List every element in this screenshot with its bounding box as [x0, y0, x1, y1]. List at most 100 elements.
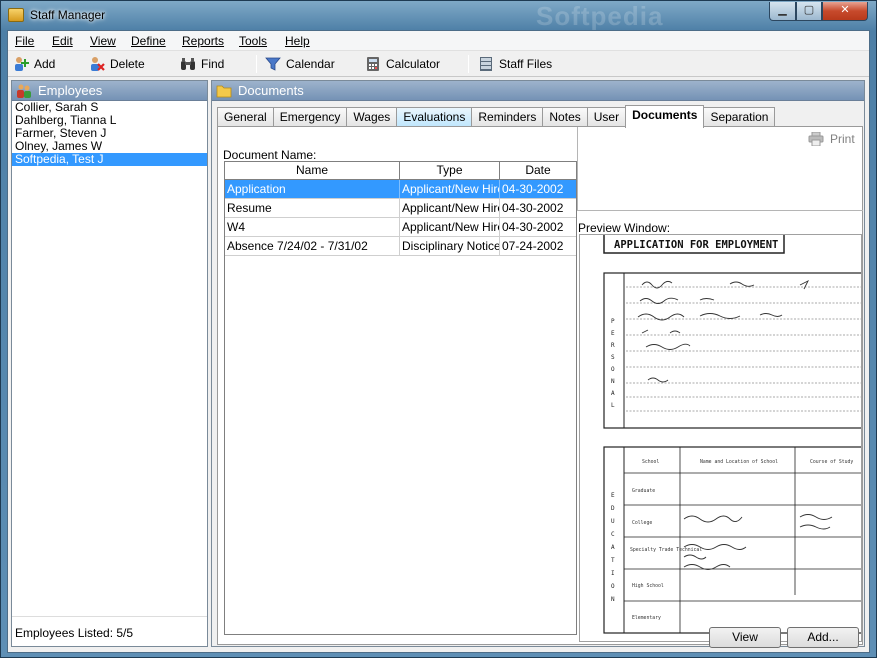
application-form-scan: APPLICATION FOR EMPLOYMENT PERSONAL EDUC… [603, 235, 861, 634]
watermark-logo: Softpedia [536, 1, 664, 31]
menu-define[interactable]: Define [131, 34, 166, 48]
cell-date: 04-30-2002 [502, 182, 564, 196]
employees-header: Employees [12, 81, 207, 101]
svg-text:O: O [611, 366, 615, 373]
svg-text:N: N [611, 378, 615, 385]
menu-edit[interactable]: Edit [52, 34, 73, 48]
menu-tools[interactable]: Tools [239, 34, 267, 48]
document-name-label: Document Name: [223, 148, 317, 162]
tab-notes[interactable]: Notes [542, 107, 588, 127]
column-header-type[interactable]: Type [400, 162, 500, 179]
edu-row-elementary: Elementary [632, 615, 661, 621]
menu-view[interactable]: View [90, 34, 116, 48]
form-title: APPLICATION FOR EMPLOYMENT [614, 239, 778, 251]
staff-files-button[interactable]: Staff Files [478, 55, 552, 73]
svg-text:T: T [611, 557, 615, 564]
tab-wages[interactable]: Wages [346, 107, 398, 127]
delete-user-icon [89, 56, 105, 72]
tab-emergency[interactable]: Emergency [272, 107, 348, 127]
delete-button[interactable]: Delete [89, 55, 145, 73]
print-button[interactable]: Print [808, 131, 855, 147]
add-label: Add [34, 57, 56, 71]
close-button[interactable]: ✕ [822, 2, 868, 21]
tab-reminders[interactable]: Reminders [471, 107, 544, 127]
calendar-button[interactable]: Calendar [265, 55, 335, 73]
edu-row-trade: Specialty Trade Technical [630, 547, 702, 553]
title-bar[interactable]: Staff Manager Softpedia ▁ ▢ ✕ [1, 1, 876, 31]
svg-text:R: R [611, 342, 615, 349]
menu-reports[interactable]: Reports [182, 34, 224, 48]
letter-p: P [611, 318, 615, 325]
menu-help[interactable]: Help [285, 34, 310, 48]
menu-view-label: View [90, 34, 116, 48]
menu-file[interactable]: File [15, 34, 34, 48]
tab-user[interactable]: User [586, 107, 627, 127]
add-document-button[interactable]: Add... [787, 627, 859, 648]
employees-title: Employees [38, 83, 103, 98]
tab-separation[interactable]: Separation [703, 107, 776, 127]
file-cabinet-icon [478, 56, 494, 72]
toolbar-separator [256, 55, 257, 73]
documents-header: Documents [212, 81, 864, 101]
minimize-button[interactable]: ▁ [769, 2, 796, 21]
documents-title: Documents [238, 83, 304, 98]
column-header-date[interactable]: Date [500, 162, 576, 179]
tab-general[interactable]: General [217, 107, 274, 127]
tab-documents[interactable]: Documents [625, 105, 705, 128]
menu-help-label: Help [285, 34, 310, 48]
edu-row-highschool: High School [632, 583, 664, 589]
printer-icon [808, 131, 824, 147]
tab-strip: General Emergency Wages Evaluations Remi… [217, 105, 776, 128]
print-label: Print [830, 132, 855, 146]
column-header-name[interactable]: Name [225, 162, 400, 179]
employee-item-selected[interactable]: Softpedia, Test J [12, 153, 207, 166]
cell-date: 04-30-2002 [502, 201, 564, 215]
add-button[interactable]: Add [13, 55, 55, 73]
svg-text:U: U [611, 518, 615, 525]
view-button[interactable]: View [709, 627, 781, 648]
employee-list: Collier, Sarah S Dahlberg, Tianna L Farm… [12, 101, 207, 166]
education-vertical-letters: EDUCATION [611, 492, 615, 603]
calculator-icon [365, 56, 381, 72]
app-folder-icon [8, 8, 24, 22]
employees-group-icon [16, 83, 32, 99]
svg-text:L: L [611, 402, 615, 409]
delete-label: Delete [110, 57, 145, 71]
toolbar-separator [468, 55, 469, 73]
staff-files-label: Staff Files [499, 57, 553, 71]
tab-evaluations[interactable]: Evaluations [396, 107, 473, 127]
cell-type: Applicant/New Hire [402, 199, 500, 217]
documents-tab-page: Print Document Name: Name Type Date Appl… [217, 126, 863, 645]
cell-name: W4 [225, 218, 400, 236]
svg-text:N: N [611, 596, 615, 603]
edu-row-graduate: Graduate [632, 488, 655, 494]
calculator-button[interactable]: Calculator [365, 55, 440, 73]
preview-window-label: Preview Window: [578, 221, 671, 235]
cell-name: Application [225, 180, 400, 198]
employees-panel: Employees Collier, Sarah S Dahlberg, Tia… [11, 80, 208, 647]
edu-header-name-location: Name and Location of School [700, 459, 778, 465]
svg-text:E: E [611, 330, 615, 337]
table-row[interactable]: Absence 7/24/02 - 7/31/02 Disciplinary N… [225, 237, 576, 256]
document-preview: APPLICATION FOR EMPLOYMENT PERSONAL E D … [579, 234, 862, 642]
documents-table: Name Type Date Application Applicant/New… [224, 161, 577, 635]
table-row[interactable]: W4 Applicant/New Hire 04-30-2002 [225, 218, 576, 237]
edu-header-school: School [642, 459, 659, 465]
edu-row-college: College [632, 520, 652, 526]
svg-text:D: D [611, 505, 615, 512]
edu-header-course: Course of Study [810, 459, 853, 465]
add-user-icon [13, 56, 29, 72]
cell-date: 07-24-2002 [502, 239, 564, 253]
maximize-button[interactable]: ▢ [796, 2, 822, 21]
menu-define-label: Define [131, 34, 166, 48]
filter-funnel-icon [265, 56, 281, 72]
find-button[interactable]: Find [180, 55, 224, 73]
table-row[interactable]: Application Applicant/New Hire 04-30-200… [225, 180, 576, 199]
app-window: Staff Manager Softpedia ▁ ▢ ✕ File Edit … [0, 0, 877, 658]
table-row[interactable]: Resume Applicant/New Hire 04-30-2002 [225, 199, 576, 218]
personal-vertical-letters: PERSONAL [611, 318, 615, 409]
cell-name: Absence 7/24/02 - 7/31/02 [225, 237, 400, 255]
svg-text:E: E [611, 492, 615, 499]
menu-reports-label: Reports [182, 34, 225, 48]
calculator-label: Calculator [386, 57, 441, 71]
